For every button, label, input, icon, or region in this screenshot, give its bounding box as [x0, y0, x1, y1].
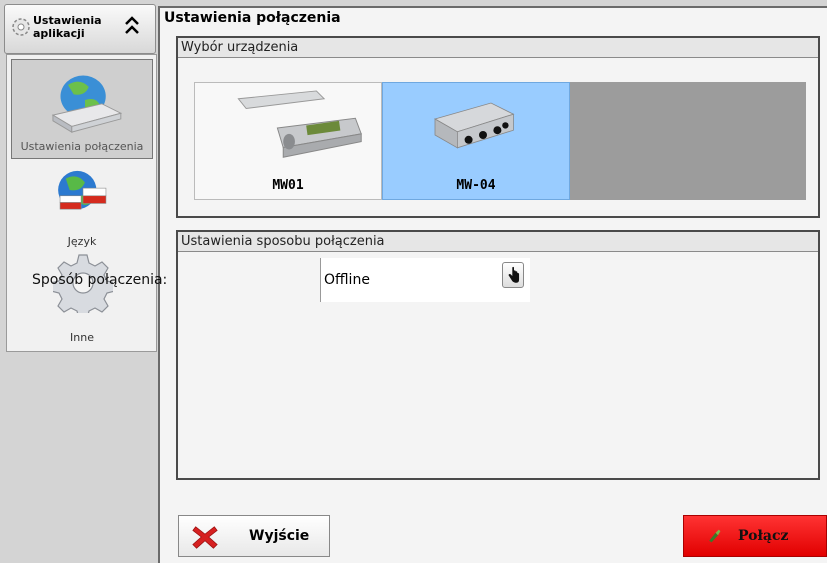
- device-image: [237, 90, 362, 158]
- group-title: Wybór urządzenia: [178, 38, 818, 58]
- nav-item-connection-settings[interactable]: Ustawienia połączenia: [11, 59, 153, 159]
- connection-method-label: Sposób połączenia:: [32, 272, 168, 288]
- connect-button[interactable]: Połącz: [683, 515, 827, 557]
- device-label: MW01: [272, 178, 304, 193]
- device-image: [433, 102, 515, 149]
- nav-item-label: Ustawienia połączenia: [20, 140, 144, 153]
- collapse-icon[interactable]: [123, 15, 141, 37]
- nav-item-other[interactable]: Inne: [11, 251, 153, 347]
- nav-item-label: Inne: [70, 331, 94, 344]
- connection-method-value: Offline: [324, 272, 370, 288]
- dropdown-button[interactable]: [502, 262, 524, 288]
- network-router-icon: [51, 75, 123, 133]
- device-tile-mw-04[interactable]: MW-04: [382, 82, 570, 200]
- nav-item-language[interactable]: Język: [11, 167, 153, 253]
- connection-method-select[interactable]: Offline: [320, 258, 530, 302]
- plug-icon: [709, 529, 721, 543]
- settings-icon: [12, 18, 30, 36]
- device-label: MW-04: [456, 178, 496, 193]
- nav-header-title-line2: aplikacji: [33, 27, 85, 40]
- nav-item-label: Język: [67, 235, 97, 248]
- device-list: MW01 MW-04: [194, 82, 806, 200]
- group-title: Ustawienia sposobu połączenia: [178, 232, 818, 252]
- globe-flag-icon: [58, 170, 107, 210]
- close-icon: [192, 526, 218, 549]
- device-tile-mw01[interactable]: MW01: [194, 82, 382, 200]
- page-title: Ustawienia połączenia: [164, 10, 341, 26]
- nav-header[interactable]: Ustawienia aplikacji: [4, 4, 156, 54]
- connect-button-label: Połącz: [738, 528, 789, 544]
- hand-pointer-icon: [508, 266, 520, 283]
- exit-button-label: Wyjście: [249, 528, 310, 544]
- exit-button[interactable]: Wyjście: [178, 515, 330, 557]
- nav-header-title-line1: Ustawienia: [33, 14, 102, 27]
- nav-panel: Ustawienia połączenia Język Inne: [6, 54, 157, 352]
